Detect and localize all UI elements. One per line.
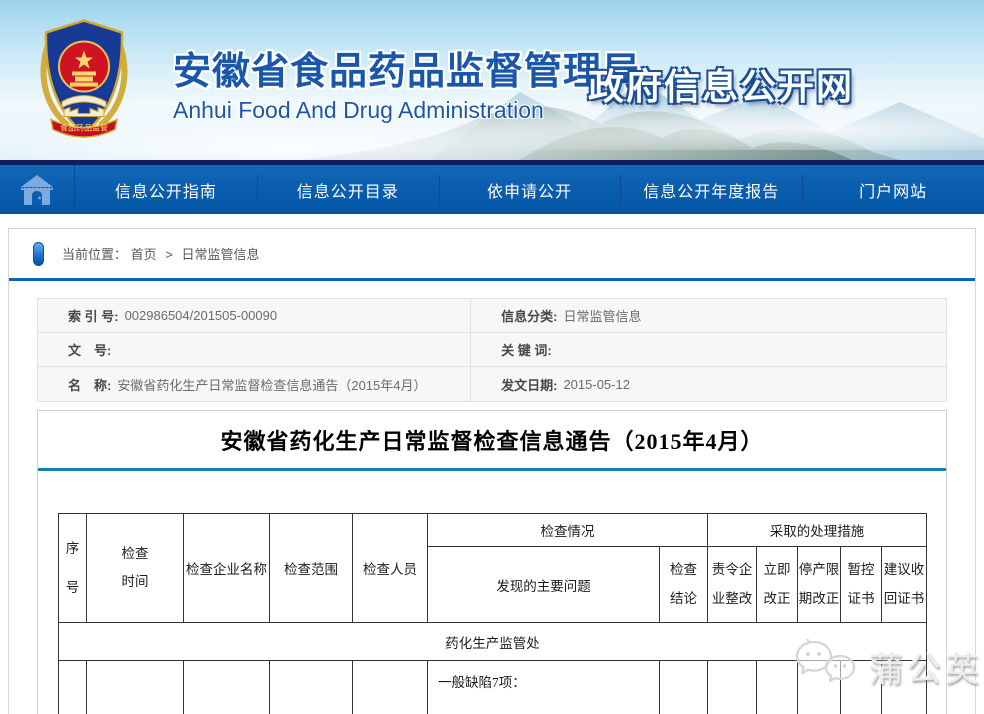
col-header-halt-production: 停产限 期改正: [798, 547, 841, 623]
document-name-label: 名 称:: [68, 375, 111, 394]
header-banner: 食品药品监管 安徽省食品药品监督管理局 Anhui Food And Drug …: [0, 0, 984, 160]
org-name-english: Anhui Food And Drug Administration: [173, 97, 641, 124]
cell-scope: [270, 661, 353, 714]
cell-seq: [59, 661, 87, 714]
site-name: 政府信息公开网: [588, 58, 854, 110]
cell-suspend-certificate: [841, 661, 882, 714]
problems-line-1: 一般缺陷7项：: [438, 674, 653, 693]
main-navigation: 信息公开指南 信息公开目录 依申请公开 信息公开年度报告 门户网站: [0, 165, 984, 214]
meta-row-name-pubdate: 名 称: 安徽省药化生产日常监督检查信息通告（2015年4月） 发文日期: 20…: [38, 367, 946, 401]
document-title: 安徽省药化生产日常监督检查信息通告（2015年4月）: [38, 424, 946, 456]
org-name-chinese: 安徽省食品药品监督管理局: [173, 40, 641, 95]
cell-order-rectification: [708, 661, 757, 714]
keywords-label: 关 键 词:: [501, 340, 552, 359]
col-header-recommend-revoke: 建议收 回证书: [882, 547, 927, 623]
meta-row-docnum-keywords: 文 号: 关 键 词:: [38, 333, 946, 367]
document-number-label: 文 号:: [68, 340, 111, 359]
col-header-scope: 检查范围: [270, 514, 353, 623]
table-section-row: 药化生产监管处: [59, 623, 927, 661]
col-header-seq: 序 号: [59, 514, 87, 623]
content-wrapper: 当前位置： 首页 > 日常监管信息 索 引 号: 002986504/20150…: [8, 228, 976, 714]
table-data-row: 一般缺陷7项： 1、麻醉药品专库内未设监控探头，且: [59, 661, 927, 714]
inspection-table: 序 号 检查 时间 检查企业名称 检查范围 检查人员 检查情况 采取的处理措施 …: [58, 513, 927, 714]
title-underline: [38, 468, 946, 471]
cell-inspectors: [353, 661, 428, 714]
col-header-inspectors: 检查人员: [353, 514, 428, 623]
emblem-ribbon-text: 食品药品监管: [60, 123, 108, 133]
food-drug-administration-emblem-icon: 食品药品监管: [34, 16, 134, 144]
info-category-value: 日常监管信息: [563, 306, 641, 325]
publish-date-label: 发文日期:: [501, 375, 557, 394]
cell-conclusion: [660, 661, 708, 714]
breadcrumb-divider: [9, 278, 975, 281]
document-content-box: 安徽省药化生产日常监督检查信息通告（2015年4月） 序 号 检查 时间 检查企…: [37, 410, 947, 714]
breadcrumb: 当前位置： 首页 > 日常监管信息: [9, 229, 975, 278]
cell-company: [184, 661, 270, 714]
home-icon: [19, 174, 55, 206]
cell-halt-production: [798, 661, 841, 714]
cell-immediate-correction: [757, 661, 798, 714]
breadcrumb-home-link[interactable]: 首页: [131, 247, 157, 262]
col-group-measures: 采取的处理措施: [708, 514, 927, 547]
nav-item-disclosure-by-request[interactable]: 依申请公开: [439, 165, 621, 214]
index-number-label: 索 引 号:: [68, 306, 119, 325]
cell-problems: 一般缺陷7项： 1、麻醉药品专库内未设监控探头，且: [428, 661, 660, 714]
section-header-cell: 药化生产监管处: [59, 623, 927, 661]
table-header-row-1: 序 号 检查 时间 检查企业名称 检查范围 检查人员 检查情况 采取的处理措施: [59, 514, 927, 547]
col-group-situation: 检查情况: [428, 514, 708, 547]
nav-item-annual-report[interactable]: 信息公开年度报告: [620, 165, 802, 214]
nav-item-disclosure-guide[interactable]: 信息公开指南: [75, 165, 257, 214]
meta-row-index-category: 索 引 号: 002986504/201505-00090 信息分类: 日常监管…: [38, 299, 946, 333]
breadcrumb-pill-icon: [33, 242, 44, 266]
col-header-immediate-correction: 立即 改正: [757, 547, 798, 623]
breadcrumb-separator: >: [165, 247, 173, 262]
index-number-value: 002986504/201505-00090: [125, 308, 278, 323]
nav-item-disclosure-catalog[interactable]: 信息公开目录: [257, 165, 439, 214]
cell-recommend-revoke: [882, 661, 927, 714]
breadcrumb-label: 当前位置：: [62, 247, 127, 262]
nav-item-portal-site[interactable]: 门户网站: [802, 165, 984, 214]
publish-date-value: 2015-05-12: [563, 377, 630, 392]
col-header-order-rectification: 责令企 业整改: [708, 547, 757, 623]
nav-home-button[interactable]: [0, 165, 75, 214]
col-header-company: 检查企业名称: [184, 514, 270, 623]
document-meta-table: 索 引 号: 002986504/201505-00090 信息分类: 日常监管…: [37, 298, 947, 402]
col-header-conclusion: 检查 结论: [660, 547, 708, 623]
info-category-label: 信息分类:: [501, 306, 557, 325]
col-header-suspend-certificate: 暂控 证书: [841, 547, 882, 623]
document-name-value: 安徽省药化生产日常监督检查信息通告（2015年4月）: [117, 375, 426, 394]
col-header-time: 检查 时间: [87, 514, 184, 623]
breadcrumb-current: 日常监管信息: [182, 247, 260, 262]
cell-time: [87, 661, 184, 714]
col-header-problems: 发现的主要问题: [428, 547, 660, 623]
